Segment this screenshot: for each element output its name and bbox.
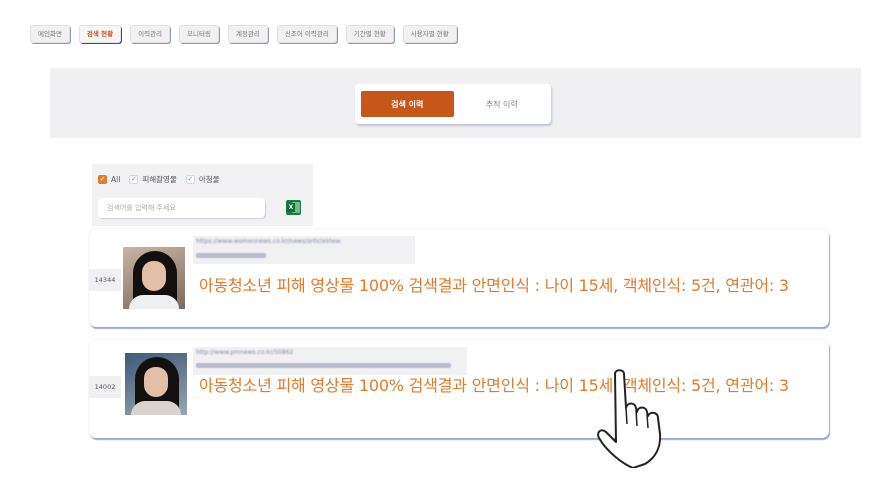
top-nav: 메인화면 검색 현황 이력관리 모니터링 계정관리 신조어 이력관리 기간별 현… <box>30 25 457 43</box>
result-thumbnail <box>125 353 187 415</box>
filter-panel: ✓ All ✓ 피해촬영물 ✓ 아청물 X <box>92 164 313 226</box>
search-input[interactable] <box>98 198 265 218</box>
nav-main[interactable]: 메인화면 <box>30 25 70 43</box>
result-url-box: http://www.pmnews.co.kr/50862 <box>193 347 467 375</box>
all-label: All <box>111 175 121 184</box>
nav-period-status[interactable]: 기간별 현황 <box>345 25 394 43</box>
excel-icon[interactable]: X <box>286 200 301 215</box>
result-url[interactable]: http://www.pmnews.co.kr/50862 <box>196 349 293 356</box>
nav-search-status[interactable]: 검색 현황 <box>78 25 122 43</box>
all-checkbox[interactable]: ✓ <box>98 175 107 184</box>
nav-accounts[interactable]: 계정관리 <box>227 25 268 43</box>
filter-checkboxes: ✓ All ✓ 피해촬영물 ✓ 아청물 <box>98 174 225 185</box>
child-checkbox[interactable]: ✓ <box>185 175 195 184</box>
nav-history[interactable]: 이력관리 <box>130 25 171 43</box>
history-toggle: 검색 이력 추적 이력 <box>355 84 551 124</box>
result-id: 14002 <box>89 376 121 398</box>
child-label: 아청물 <box>198 175 220 184</box>
result-headline: 아동청소년 피해 영상물 100% 검색결과 안면인식 : 나이 15세, 객체… <box>199 376 789 395</box>
result-card[interactable]: 14002 http://www.pmnews.co.kr/50862 아동청소… <box>89 340 829 438</box>
nav-user-status[interactable]: 사용자별 현황 <box>402 25 457 43</box>
result-url[interactable]: https://www.womennews.co.kr/news/article… <box>196 238 342 245</box>
result-headline: 아동청소년 피해 영상물 100% 검색결과 안면인식 : 나이 15세, 객체… <box>199 276 789 295</box>
victim-video-checkbox[interactable]: ✓ <box>129 175 139 184</box>
victim-video-label: 피해촬영물 <box>142 175 177 184</box>
result-thumbnail <box>123 247 185 309</box>
tracking-history-tab[interactable]: 추적 이력 <box>456 91 549 117</box>
nav-neologism-history[interactable]: 신조어 이력관리 <box>276 25 337 43</box>
nav-monitoring[interactable]: 모니터링 <box>179 25 219 43</box>
result-url-box: https://www.womennews.co.kr/news/article… <box>193 236 415 264</box>
search-history-tab[interactable]: 검색 이력 <box>361 91 454 117</box>
hand-pointer-icon <box>597 369 662 468</box>
result-card[interactable]: 14344 https://www.womennews.co.kr/news/a… <box>89 229 829 327</box>
result-id: 14344 <box>89 269 121 291</box>
